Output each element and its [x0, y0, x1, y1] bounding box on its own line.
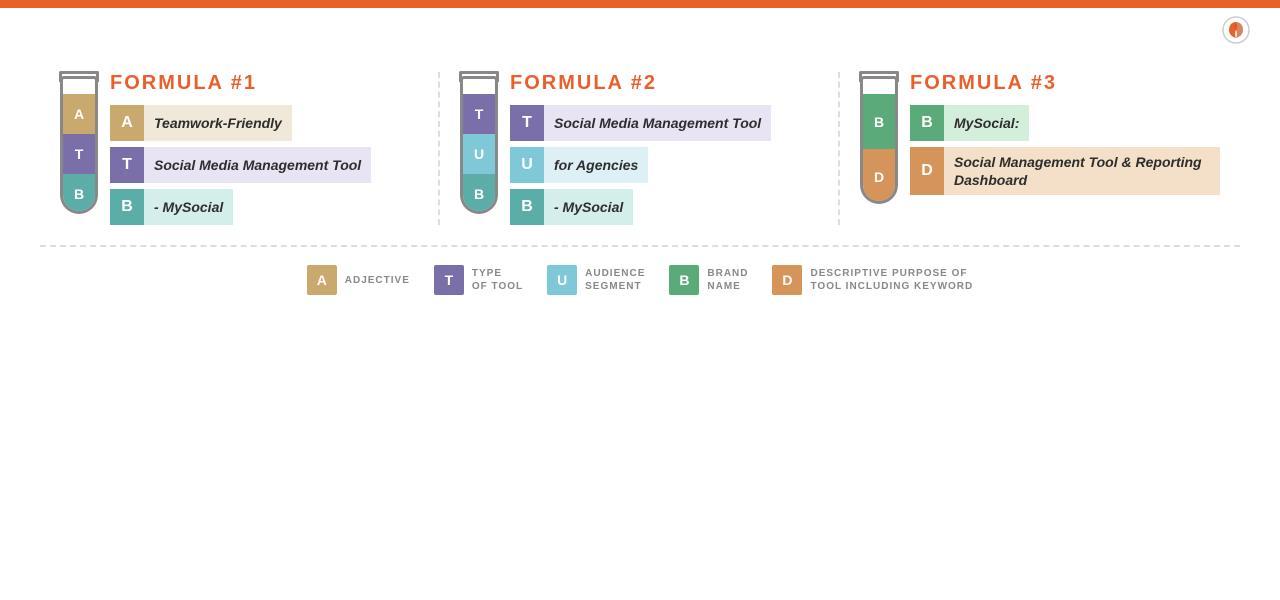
- formula-label-1: FORMULA #1: [110, 72, 418, 95]
- legend-item-A: A ADJECTIVE: [307, 265, 410, 295]
- formula-block-3: BDFORMULA #3BMySocial:DSocial Management…: [840, 72, 1240, 204]
- tube-body: BD: [860, 94, 898, 204]
- logo: [1222, 16, 1256, 44]
- formula-row-1-2: TSocial Media Management Tool: [110, 147, 418, 183]
- tube-segment-B: B: [63, 174, 95, 214]
- formula-rows-1: ATeamwork-FriendlyTSocial Media Manageme…: [110, 105, 418, 225]
- formula-label-3: FORMULA #3: [910, 72, 1220, 95]
- row-letter-B: B: [910, 105, 944, 141]
- row-text-1-3: - MySocial: [144, 189, 233, 225]
- logo-icon: [1222, 16, 1250, 44]
- row-text-2-3: - MySocial: [544, 189, 633, 225]
- legend-badge-B: B: [669, 265, 699, 295]
- row-text-2-2: for Agencies: [544, 147, 648, 183]
- legend-item-T: T TYPEOF TOOL: [434, 265, 523, 295]
- row-text-3-2: Social Management Tool & Reporting Dashb…: [944, 147, 1220, 195]
- row-letter-A: A: [110, 105, 144, 141]
- formula-row-3-1: BMySocial:: [910, 105, 1220, 141]
- legend-text-T: TYPEOF TOOL: [472, 267, 523, 293]
- tube-top: [460, 76, 498, 94]
- formula-row-2-2: Ufor Agencies: [510, 147, 818, 183]
- row-text-2-1: Social Media Management Tool: [544, 105, 771, 141]
- formula-row-2-1: TSocial Media Management Tool: [510, 105, 818, 141]
- row-text-1-1: Teamwork-Friendly: [144, 105, 292, 141]
- test-tube-2: TUB: [460, 76, 498, 214]
- tube-segment-T: T: [463, 94, 495, 134]
- tube-segment-U: U: [463, 134, 495, 174]
- formula-block-2: TUBFORMULA #2TSocial Media Management To…: [440, 72, 840, 225]
- legend-text-D: DESCRIPTIVE PURPOSE OFTOOL INCLUDING KEY…: [810, 267, 973, 293]
- formula-rows-2: TSocial Media Management ToolUfor Agenci…: [510, 105, 818, 225]
- test-tube-1: ATB: [60, 76, 98, 214]
- legend-item-D: D DESCRIPTIVE PURPOSE OFTOOL INCLUDING KE…: [772, 265, 973, 295]
- test-tube-3: BD: [860, 76, 898, 204]
- tube-segment-D: D: [863, 149, 895, 204]
- row-letter-U: U: [510, 147, 544, 183]
- header: [0, 8, 1280, 48]
- tube-segment-A: A: [63, 94, 95, 134]
- formula-row-1-1: ATeamwork-Friendly: [110, 105, 418, 141]
- row-text-3-1: MySocial:: [944, 105, 1029, 141]
- formula-row-3-2: DSocial Management Tool & Reporting Dash…: [910, 147, 1220, 195]
- legend-item-U: U AUDIENCESEGMENT: [547, 265, 645, 295]
- tube-top: [860, 76, 898, 94]
- formula-rows-3: BMySocial:DSocial Management Tool & Repo…: [910, 105, 1220, 195]
- row-letter-T: T: [110, 147, 144, 183]
- formulas-section: ATBFORMULA #1ATeamwork-FriendlyTSocial M…: [0, 48, 1280, 225]
- legend-item-B: B BRANDNAME: [669, 265, 748, 295]
- legend-badge-T: T: [434, 265, 464, 295]
- row-text-1-2: Social Media Management Tool: [144, 147, 371, 183]
- tube-top: [60, 76, 98, 94]
- formula-row-2-3: B- MySocial: [510, 189, 818, 225]
- legend-text-U: AUDIENCESEGMENT: [585, 267, 645, 293]
- formula-content-2: FORMULA #2TSocial Media Management ToolU…: [510, 72, 818, 225]
- top-bar: [0, 0, 1280, 8]
- formula-block-1: ATBFORMULA #1ATeamwork-FriendlyTSocial M…: [40, 72, 440, 225]
- row-letter-D: D: [910, 147, 944, 195]
- row-letter-B: B: [110, 189, 144, 225]
- formula-content-3: FORMULA #3BMySocial:DSocial Management T…: [910, 72, 1220, 195]
- formula-row-1-3: B- MySocial: [110, 189, 418, 225]
- legend-badge-A: A: [307, 265, 337, 295]
- legend-badge-D: D: [772, 265, 802, 295]
- tube-body: TUB: [460, 94, 498, 214]
- tube-body: ATB: [60, 94, 98, 214]
- row-letter-B: B: [510, 189, 544, 225]
- formula-label-2: FORMULA #2: [510, 72, 818, 95]
- formula-content-1: FORMULA #1ATeamwork-FriendlyTSocial Medi…: [110, 72, 418, 225]
- tube-segment-B: B: [863, 94, 895, 149]
- row-letter-T: T: [510, 105, 544, 141]
- tube-segment-B: B: [463, 174, 495, 214]
- legend-badge-U: U: [547, 265, 577, 295]
- legend-section: A ADJECTIVE T TYPEOF TOOL U AUDIENCESEGMENT BB…: [40, 245, 1240, 295]
- legend-text-B: BRANDNAME: [707, 267, 748, 293]
- legend-text-A: ADJECTIVE: [345, 274, 410, 287]
- tube-segment-T: T: [63, 134, 95, 174]
